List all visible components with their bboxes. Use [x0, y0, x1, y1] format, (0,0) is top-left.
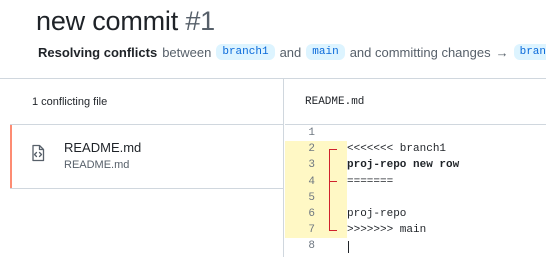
subtitle-and: and — [279, 44, 302, 60]
conflict-file-list: 1 conflicting file README.md README.md — [10, 79, 284, 257]
title-text: new commit — [36, 6, 179, 36]
file-diff-icon — [32, 144, 45, 162]
page-title: new commit #1 — [36, 6, 215, 37]
line-number: 4 — [285, 173, 321, 190]
line-number: 8 — [308, 240, 315, 253]
line-number: 7 — [285, 222, 321, 239]
title-number: #1 — [185, 6, 215, 36]
code-text: ======= — [347, 175, 394, 188]
code-line: 8 — [285, 238, 546, 254]
conflict-marker-bracket — [329, 182, 337, 231]
code-text: <<<<<<< branch1 — [347, 143, 447, 156]
page-header: new commit #1 Resolving conflicts betwee… — [0, 0, 546, 78]
conflict-marker-bracket — [329, 149, 337, 182]
line-number: 3 — [285, 157, 321, 174]
code-text: proj-repo new row — [347, 159, 460, 172]
line-number: 6 — [285, 205, 321, 223]
marker-column — [321, 238, 347, 254]
code-text: >>>>>>> main — [347, 224, 427, 237]
arrow-right-icon: → — [495, 44, 509, 60]
code-line: 6 proj-repo — [285, 205, 546, 223]
text-cursor — [348, 241, 349, 253]
target-branch-badge: main — [306, 44, 345, 60]
file-name: README.md — [64, 140, 142, 155]
subtitle-between: between — [162, 44, 212, 60]
code-line: 1 — [285, 125, 546, 141]
file-path: README.md — [64, 159, 130, 171]
code-text: proj-repo — [347, 208, 407, 221]
code-line: 2 <<<<<<< branch1 — [285, 141, 546, 158]
marker-column — [321, 125, 347, 141]
code-line: 5 — [285, 189, 546, 206]
source-branch-badge: branch1 — [216, 44, 275, 60]
line-number: 2 — [285, 141, 321, 158]
conflict-editor: README.md 1 2 <<<<<<< branch1 3 proj-rep… — [285, 79, 546, 257]
selected-accent-bar — [10, 125, 12, 188]
conflict-count-header: 1 conflicting file — [10, 79, 283, 125]
line-number: 5 — [285, 189, 321, 206]
code-area[interactable]: 1 2 <<<<<<< branch1 3 proj-repo new row … — [285, 125, 546, 255]
code-line: 4 ======= — [285, 173, 546, 190]
code-line: 3 proj-repo new row — [285, 157, 546, 174]
line-number: 1 — [308, 127, 315, 140]
code-line: 7 >>>>>>> main — [285, 222, 546, 239]
subtitle-rest: and committing changes — [349, 44, 491, 60]
conflict-file-item[interactable]: README.md README.md — [10, 125, 283, 189]
dest-branch-badge: branch1 — [513, 44, 546, 60]
subtitle-bold: Resolving conflicts — [38, 44, 158, 60]
editor-filename: README.md — [285, 79, 546, 125]
conflict-subtitle: Resolving conflicts between branch1 and … — [38, 44, 546, 60]
